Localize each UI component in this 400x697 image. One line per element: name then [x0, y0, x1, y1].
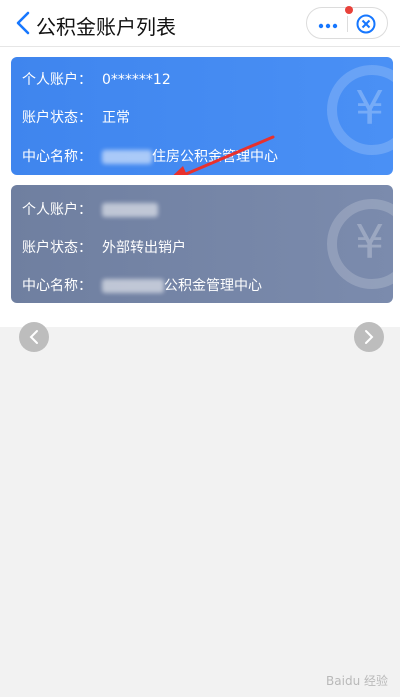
account-status-label: 账户状态： — [22, 110, 92, 126]
next-page-button[interactable] — [354, 322, 384, 352]
account-status-value: 正常 — [102, 110, 130, 126]
redacted-text — [102, 150, 152, 164]
personal-account-value: 0******12 — [102, 72, 171, 88]
chevron-right-icon — [365, 330, 374, 344]
capsule-divider — [347, 16, 348, 32]
red-arrow-annotation — [173, 135, 275, 175]
personal-account-label: 个人账户： — [22, 72, 92, 88]
chevron-left-icon — [29, 330, 38, 344]
close-circle-icon[interactable] — [355, 13, 377, 35]
yuan-coin-icon: ¥ — [327, 65, 393, 155]
watermark: Baidu 经验 — [326, 674, 388, 688]
account-status-label: 账户状态： — [22, 240, 92, 256]
notification-badge — [345, 6, 353, 14]
redacted-text — [102, 279, 164, 293]
account-status-row: 账户状态： 外部转出销户 — [22, 237, 186, 257]
account-list: ¥ 个人账户： 0******12 账户状态： 正常 中心名称： 住房公积金管理中心 … — [0, 47, 400, 327]
more-dots-icon[interactable] — [316, 15, 342, 33]
account-status-value: 外部转出销户 — [102, 240, 186, 256]
center-name-value: 公积金管理中心 — [164, 278, 262, 294]
redacted-text — [102, 203, 158, 217]
center-name-label: 中心名称： — [22, 278, 92, 294]
top-bar: 公积金账户列表 — [0, 0, 400, 47]
account-status-row: 账户状态： 正常 — [22, 107, 130, 127]
back-chevron-icon[interactable] — [12, 10, 36, 36]
personal-account-row: 个人账户： — [22, 199, 168, 219]
yuan-coin-icon: ¥ — [327, 199, 393, 289]
personal-account-label: 个人账户： — [22, 202, 92, 218]
center-name-row: 中心名称： 公积金管理中心 — [22, 275, 262, 295]
account-card-active[interactable]: ¥ 个人账户： 0******12 账户状态： 正常 中心名称： 住房公积金管理中心 — [11, 57, 393, 175]
account-card-closed[interactable]: ¥ 个人账户： 账户状态： 外部转出销户 中心名称： 公积金管理中心 — [11, 185, 393, 303]
personal-account-row: 个人账户： 0******12 — [22, 69, 171, 89]
center-name-label: 中心名称： — [22, 149, 92, 165]
prev-page-button[interactable] — [19, 322, 49, 352]
page-title: 公积金账户列表 — [36, 15, 176, 39]
